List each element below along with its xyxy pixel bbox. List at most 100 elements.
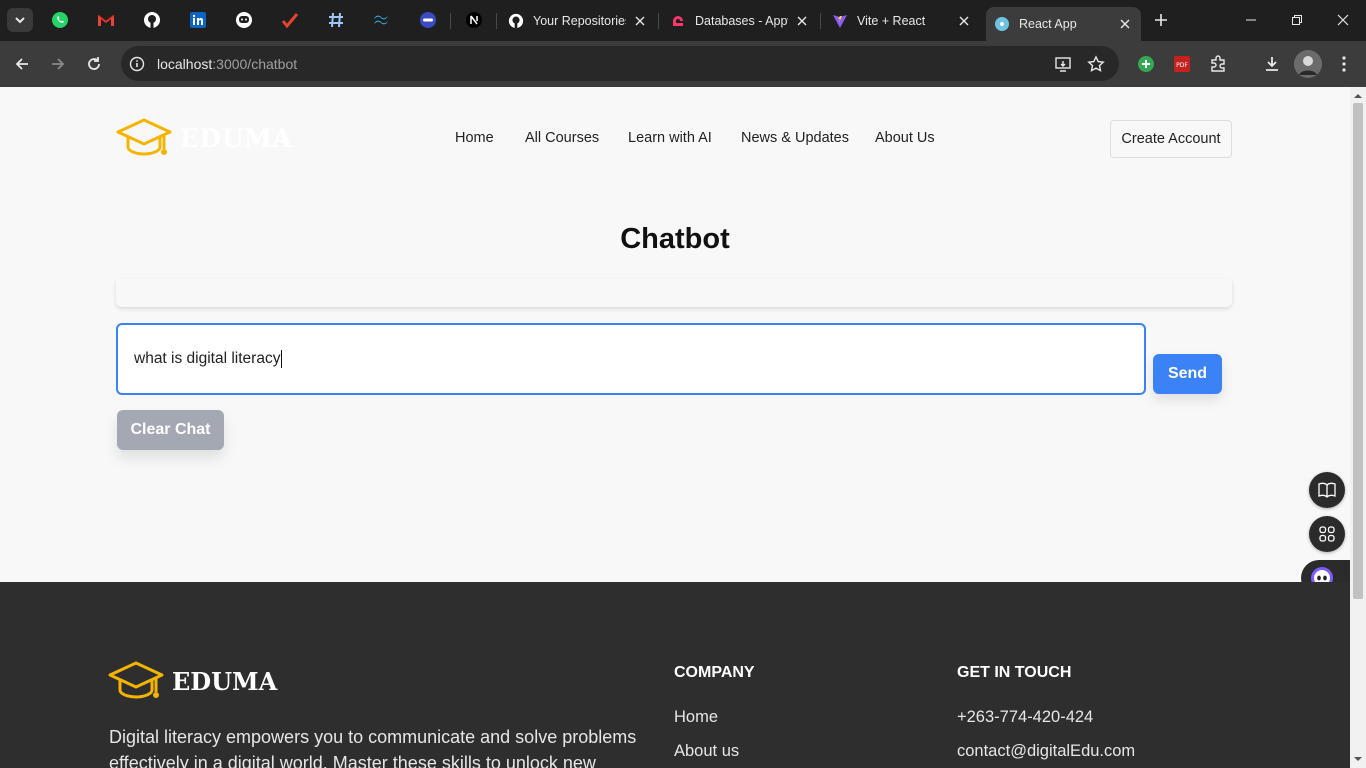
tab-separator	[820, 13, 821, 29]
browser-menu-button[interactable]	[1330, 50, 1358, 78]
avatar-icon	[1294, 50, 1322, 78]
tab-title: Databases - Appwrite	[695, 13, 788, 28]
pinned-tab-linkedin[interactable]	[183, 7, 213, 33]
nextjs-icon	[466, 12, 482, 28]
pinned-tab-github[interactable]	[137, 7, 167, 33]
puzzle-icon	[1211, 55, 1225, 72]
tab-vite-react[interactable]: Vite + React	[824, 7, 980, 34]
reload-icon	[88, 57, 100, 70]
tab-title: Your Repositories	[533, 13, 626, 28]
close-window-button[interactable]	[1320, 0, 1366, 40]
footer-link-about-us[interactable]: About us	[674, 742, 739, 761]
tab-databases-appwrite[interactable]: Databases - Appwrite	[662, 7, 818, 34]
logo-text: EDUMA	[180, 123, 293, 153]
whatsapp-icon	[52, 12, 68, 28]
extension-add-button[interactable]	[1132, 50, 1160, 78]
tab-separator	[658, 13, 659, 29]
tab-react-app[interactable]: React App	[986, 7, 1141, 41]
profile-avatar[interactable]	[1294, 50, 1322, 78]
pinned-tab-hashtag[interactable]	[321, 7, 351, 33]
book-open-icon	[1318, 482, 1336, 498]
reload-button[interactable]	[80, 50, 108, 78]
address-bar[interactable]: localhost:3000/chatbot	[121, 46, 1119, 81]
tab-search-button[interactable]	[7, 8, 33, 32]
downloads-button[interactable]	[1258, 50, 1286, 78]
browser-tab-bar: Your Repositories Databases - Appwrite V…	[0, 0, 1366, 41]
appwrite-icon	[673, 15, 683, 26]
extensions-button[interactable]	[1204, 50, 1232, 78]
close-icon	[1337, 14, 1349, 26]
github-icon	[508, 13, 524, 28]
close-tab-icon[interactable]	[956, 13, 972, 29]
reader-floating-button[interactable]	[1309, 472, 1345, 508]
pinned-tab-chat[interactable]	[229, 7, 259, 33]
create-account-button[interactable]: Create Account	[1110, 120, 1232, 158]
tab-title: Vite + React	[857, 13, 926, 28]
restore-icon	[1292, 15, 1302, 25]
nav-news-updates[interactable]: News & Updates	[741, 130, 849, 146]
text-caret	[281, 350, 283, 368]
footer-description: Digital literacy empowers you to communi…	[109, 727, 637, 768]
site-logo[interactable]: EDUMA	[116, 117, 292, 159]
linkedin-icon	[190, 12, 206, 28]
footer-logo[interactable]: EDUMA	[108, 660, 277, 702]
close-tab-icon[interactable]	[794, 13, 810, 29]
graduation-cap-icon	[116, 118, 172, 156]
url-path: :3000/chatbot	[212, 55, 298, 72]
pinned-tab-extension[interactable]	[413, 7, 443, 33]
send-button[interactable]: Send	[1153, 354, 1222, 394]
back-button[interactable]	[8, 50, 36, 78]
tailwind-icon	[374, 15, 388, 25]
chat-input[interactable]: what is digital literacy	[116, 323, 1146, 395]
site-footer: EDUMA Digital literacy empowers you to c…	[0, 582, 1350, 768]
close-tab-icon[interactable]	[1117, 16, 1133, 32]
pinned-tab-tailwind[interactable]	[367, 7, 397, 33]
forward-button[interactable]	[44, 50, 72, 78]
pinned-tab-nextjs[interactable]	[459, 7, 489, 33]
minimize-button[interactable]	[1228, 0, 1274, 40]
bookmark-star-icon[interactable]	[1082, 50, 1110, 78]
footer-link-home[interactable]: Home	[674, 708, 718, 727]
new-tab-button[interactable]	[1150, 9, 1172, 31]
pinned-tab-whatsapp[interactable]	[45, 7, 75, 33]
vite-icon	[833, 14, 847, 28]
nav-all-courses[interactable]: All Courses	[525, 130, 599, 146]
footer-logo-text: EDUMA	[172, 666, 278, 696]
footer-phone[interactable]: +263-774-420-424	[957, 708, 1093, 727]
scroll-down-arrow-icon[interactable]	[1354, 755, 1362, 763]
pdf-extension-button[interactable]: PDF	[1168, 50, 1196, 78]
pinned-tab-gmail[interactable]	[91, 7, 121, 33]
download-icon	[1266, 57, 1278, 71]
clear-chat-button[interactable]: Clear Chat	[117, 410, 224, 450]
install-app-icon[interactable]	[1049, 50, 1077, 78]
nav-home[interactable]: Home	[455, 130, 494, 146]
tab-separator	[450, 13, 451, 29]
chat-messages-panel	[116, 279, 1232, 307]
scroll-up-arrow-icon[interactable]	[1354, 92, 1362, 100]
react-icon	[995, 17, 1009, 31]
footer-email[interactable]: contact@digitalEdu.com	[957, 742, 1135, 761]
arrow-left-icon	[15, 58, 28, 70]
pdf-icon: PDF	[1174, 56, 1190, 72]
github-icon	[144, 12, 160, 28]
chat-icon	[236, 12, 252, 28]
page-viewport: EDUMA Home All Courses Learn with AI New…	[0, 87, 1350, 768]
page-scrollbar[interactable]	[1350, 87, 1366, 768]
apps-floating-button[interactable]	[1309, 516, 1345, 552]
extension-icon	[420, 12, 436, 28]
tick-icon	[281, 13, 299, 29]
scroll-thumb[interactable]	[1353, 103, 1363, 599]
hashtag-icon	[329, 12, 343, 28]
plus-icon	[1155, 14, 1167, 26]
plus-circle-icon	[1138, 56, 1154, 72]
minimize-icon	[1246, 19, 1256, 21]
site-info-icon[interactable]	[123, 50, 151, 78]
nav-learn-with-ai[interactable]: Learn with AI	[628, 130, 712, 146]
restore-button[interactable]	[1274, 0, 1320, 40]
pinned-tab-todo[interactable]	[275, 7, 305, 33]
page-title: Chatbot	[620, 223, 730, 255]
tab-your-repositories[interactable]: Your Repositories	[500, 7, 656, 34]
close-tab-icon[interactable]	[632, 13, 648, 29]
nav-about-us[interactable]: About Us	[875, 130, 935, 146]
footer-contact-heading: GET IN TOUCH	[957, 664, 1072, 681]
